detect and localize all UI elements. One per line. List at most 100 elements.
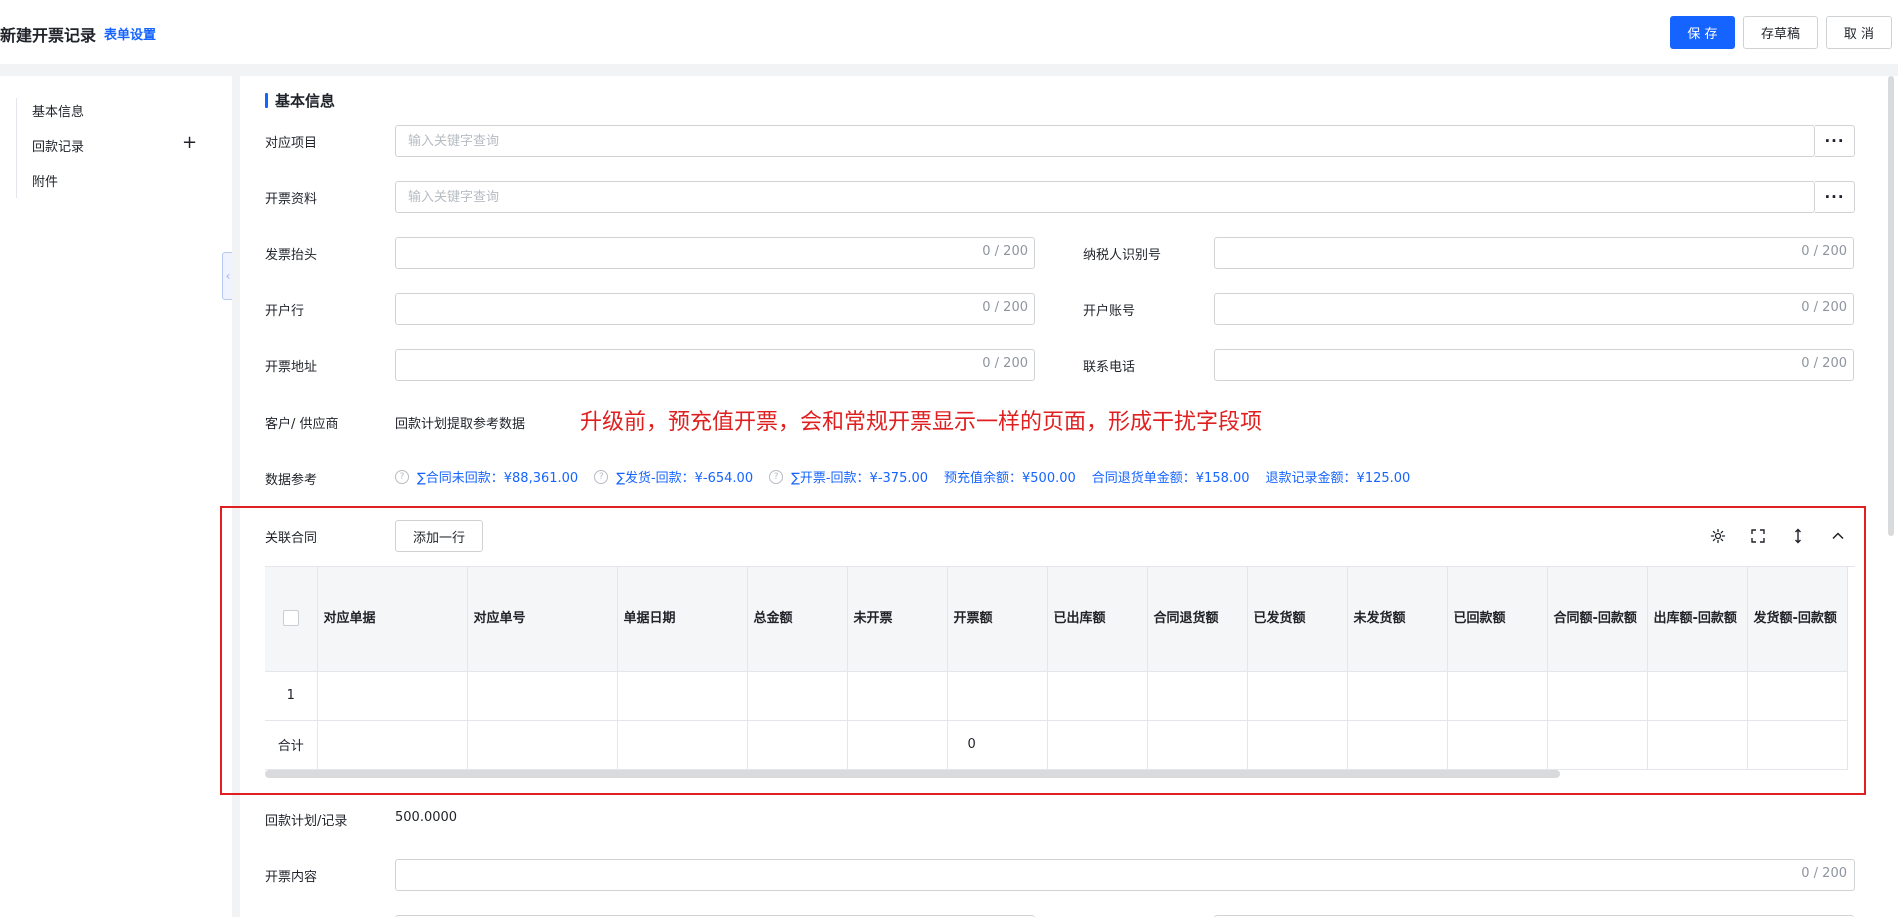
table-cell[interactable] — [617, 671, 748, 721]
help-icon[interactable]: ? — [395, 469, 409, 484]
ref-return-amount: 合同退货单金额：¥158.00 — [1091, 471, 1250, 486]
column-header: 发货额-回款额 — [1747, 567, 1848, 672]
table-header-row: 对应单据 对应单号 单据日期 总金额 未开票 开票额 已出库额 合同退货额 已发… — [265, 567, 1848, 672]
phone-input[interactable] — [1214, 349, 1854, 381]
table-cell[interactable] — [1247, 671, 1348, 721]
help-icon[interactable]: ? — [769, 469, 784, 484]
table-cell — [1747, 720, 1848, 770]
total-label: 合计 — [265, 720, 318, 770]
table-cell[interactable] — [1347, 671, 1448, 721]
invoice-title-label: 发票抬头 — [265, 248, 318, 263]
address-count: 0 / 200 — [982, 356, 1028, 371]
project-more-button[interactable]: ··· — [1815, 125, 1855, 157]
invoice-info-input[interactable] — [395, 181, 1815, 213]
taxpayer-id-input[interactable] — [1214, 237, 1854, 269]
ref-prepaid-balance: 预充值余额：¥500.00 — [944, 471, 1076, 486]
bank-label: 开户行 — [265, 304, 305, 319]
table-cell — [1247, 720, 1348, 770]
invoice-title-input[interactable] — [395, 237, 1035, 269]
table-cell — [1347, 720, 1448, 770]
table-cell[interactable] — [1547, 671, 1648, 721]
annotation-note: 升级前，预充值开票，会和常规开票显示一样的页面，形成干扰字段项 — [580, 410, 1263, 435]
add-row-button[interactable]: 添加一行 — [395, 520, 483, 552]
column-header: 开票额 — [947, 567, 1048, 672]
table-row: 1 — [265, 671, 1848, 721]
column-header: 单据日期 — [617, 567, 748, 672]
invoice-info-label: 开票资料 — [265, 192, 318, 207]
nav-item-basic-info[interactable]: 基本信息 — [32, 101, 84, 120]
table-cell[interactable] — [1747, 671, 1848, 721]
taxpayer-id-label: 纳税人识别号 — [1083, 248, 1162, 263]
table-cell[interactable] — [467, 671, 618, 721]
project-input[interactable] — [395, 125, 1815, 157]
reference-label: 数据参考 — [265, 473, 318, 488]
section-title: 基本信息 — [265, 90, 335, 111]
table-cell[interactable] — [747, 671, 848, 721]
fullscreen-icon[interactable] — [1748, 526, 1768, 546]
reference-row: ? ∑合同未回款：¥88,361.00 ? ∑发货-回款：¥-654.00 ? … — [395, 467, 1426, 486]
table-cell[interactable] — [947, 671, 1048, 721]
column-header: 已回款额 — [1447, 567, 1548, 672]
nav-item-payment-records[interactable]: 回款记录 — [32, 136, 84, 155]
account-input[interactable] — [1214, 293, 1854, 325]
contract-table-grid: 对应单据 对应单号 单据日期 总金额 未开票 开票额 已出库额 合同退货额 已发… — [265, 567, 1848, 770]
row-index: 1 — [265, 671, 318, 721]
account-count: 0 / 200 — [1801, 300, 1847, 315]
phone-count: 0 / 200 — [1801, 356, 1847, 371]
customer-label: 客户/ 供应商 — [265, 417, 339, 432]
bank-input[interactable] — [395, 293, 1035, 325]
table-cell — [617, 720, 748, 770]
table-cell — [847, 720, 948, 770]
table-cell[interactable] — [1147, 671, 1248, 721]
table-cell[interactable] — [1047, 671, 1148, 721]
table-cell[interactable] — [317, 671, 468, 721]
account-label: 开户账号 — [1083, 304, 1136, 319]
left-nav: 基本信息 回款记录 + 附件 ‹ — [0, 76, 234, 917]
ref-shipped-minus-paid: ∑发货-回款：¥-654.00 — [616, 471, 754, 486]
table-total-row: 合计 0 — [265, 720, 1848, 770]
plan-label: 回款计划/记录 — [265, 814, 348, 829]
add-payment-record-icon[interactable]: + — [182, 132, 197, 153]
address-input[interactable] — [395, 349, 1035, 381]
column-header: 对应单据 — [317, 567, 468, 672]
column-header: 未发货额 — [1347, 567, 1448, 672]
column-header: 总金额 — [747, 567, 848, 672]
content-input[interactable] — [395, 859, 1855, 891]
select-all-checkbox[interactable] — [282, 610, 299, 627]
table-cell — [1147, 720, 1248, 770]
table-cell[interactable] — [847, 671, 948, 721]
column-header: 合同退货额 — [1147, 567, 1248, 672]
column-header: 对应单号 — [467, 567, 618, 672]
ref-contract-unpaid: ∑合同未回款：¥88,361.00 — [417, 471, 579, 486]
customer-value: 回款计划提取参考数据 — [395, 417, 526, 432]
content-label: 开票内容 — [265, 870, 318, 885]
save-button[interactable]: 保 存 — [1670, 16, 1735, 49]
select-all-cell — [265, 567, 318, 672]
cancel-button[interactable]: 取 消 — [1826, 16, 1892, 49]
column-header: 出库额-回款额 — [1647, 567, 1748, 672]
main-form: 基本信息 对应项目 ··· 开票资料 ··· 发票抬头 0 / 200 纳税人识… — [220, 76, 1898, 917]
header-divider — [0, 64, 1898, 76]
column-header: 未开票 — [847, 567, 948, 672]
horizontal-scrollbar[interactable] — [265, 770, 1560, 778]
content-count: 0 / 200 — [1801, 866, 1847, 881]
contract-label: 关联合同 — [265, 531, 318, 546]
page-title: 新建开票记录 — [0, 26, 97, 45]
save-draft-button[interactable]: 存草稿 — [1743, 16, 1818, 49]
table-cell — [317, 720, 468, 770]
ref-refund-amount: 退款记录金额：¥125.00 — [1265, 471, 1411, 486]
table-cell — [1647, 720, 1748, 770]
form-settings-link[interactable]: 表单设置 — [104, 24, 156, 43]
help-icon[interactable]: ? — [594, 469, 609, 484]
nav-line — [16, 98, 17, 198]
invoice-info-more-button[interactable]: ··· — [1815, 181, 1855, 213]
nav-item-attachments[interactable]: 附件 — [32, 171, 58, 190]
row-height-icon[interactable] — [1788, 526, 1808, 546]
settings-icon[interactable] — [1708, 526, 1728, 546]
chevron-up-icon[interactable] — [1828, 526, 1848, 546]
table-cell — [1447, 720, 1548, 770]
table-cell[interactable] — [1447, 671, 1548, 721]
table-cell — [467, 720, 618, 770]
vertical-scrollbar[interactable] — [1888, 76, 1894, 536]
table-cell[interactable] — [1647, 671, 1748, 721]
